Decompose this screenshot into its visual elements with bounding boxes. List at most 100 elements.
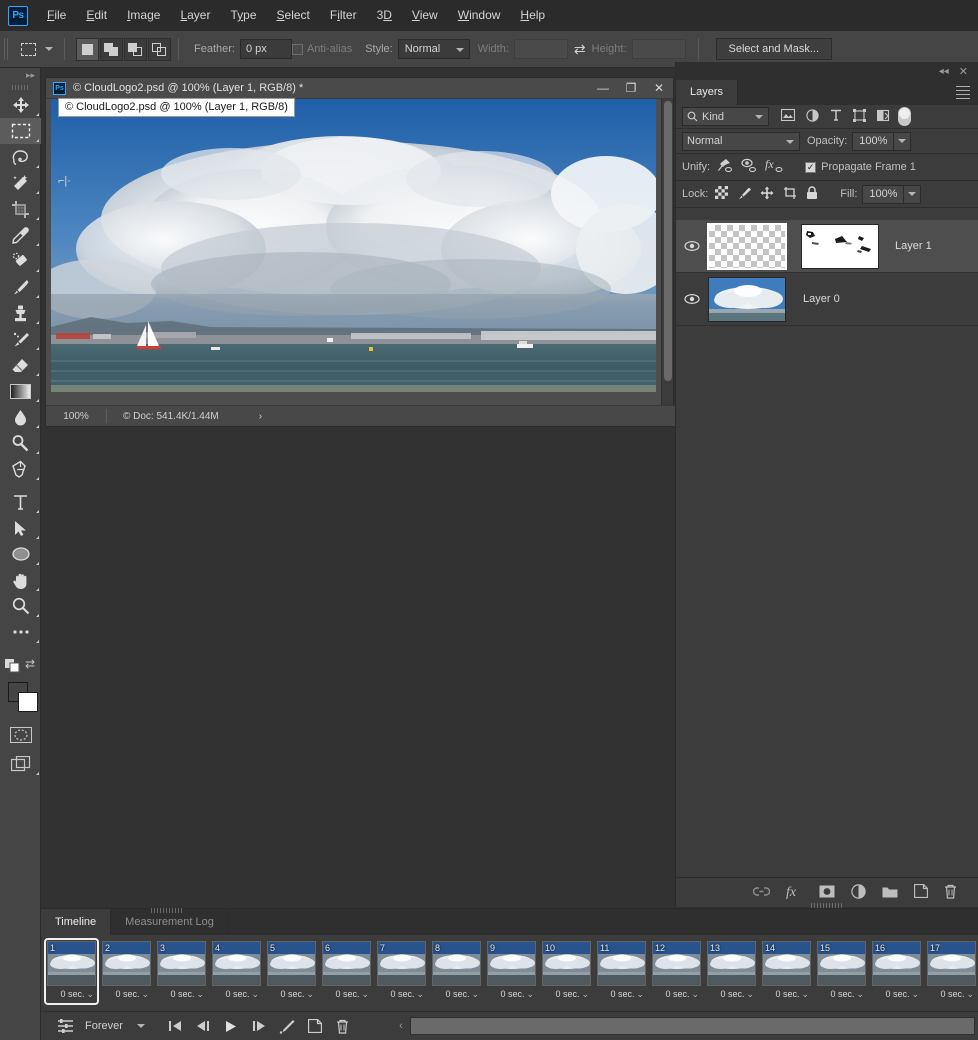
tween-frames-icon[interactable] [273,1014,301,1038]
layer-mask-thumbnail[interactable] [801,223,879,269]
gradient-tool[interactable] [0,378,41,404]
lock-image-icon[interactable] [737,186,752,203]
frame-thumbnail[interactable]: 7 [377,941,426,986]
menu-help[interactable]: Help [510,0,555,31]
unify-style-icon[interactable]: fx [765,157,783,176]
move-tool[interactable] [0,92,41,118]
animation-frame[interactable]: 8 0 sec. ⌄ [432,941,481,1002]
propagate-frame-checkbox[interactable]: ✓ [805,161,817,173]
minimize-icon[interactable]: — [589,78,617,99]
blend-mode-select[interactable]: Normal [682,131,800,151]
animation-frame[interactable]: 4 0 sec. ⌄ [212,941,261,1002]
frame-delay-select[interactable]: 0 sec. ⌄ [707,986,756,1002]
tool-preset-chevron-down-icon[interactable] [41,47,57,51]
scrollbar-track[interactable] [410,1017,975,1035]
layer-visibility-toggle[interactable] [676,293,708,305]
frame-thumbnail[interactable]: 8 [432,941,481,986]
opacity-input[interactable]: 100% [852,131,895,151]
frame-delay-select[interactable]: 0 sec. ⌄ [597,986,646,1002]
healing-brush-tool[interactable] [0,248,41,274]
menu-image[interactable]: Image [117,0,170,31]
fill-input[interactable]: 100% [862,184,905,204]
layer-thumbnail[interactable] [708,276,786,322]
frame-delay-select[interactable]: 0 sec. ⌄ [322,986,371,1002]
frame-thumbnail[interactable]: 15 [817,941,866,986]
frame-delay-select[interactable]: 0 sec. ⌄ [542,986,591,1002]
screen-mode-icon[interactable] [0,751,41,777]
frame-thumbnail[interactable]: 4 [212,941,261,986]
anti-alias-checkbox[interactable] [291,43,303,55]
new-group-icon[interactable] [882,885,898,901]
loop-options-select[interactable]: Forever [85,1020,145,1032]
animation-frame[interactable]: 12 0 sec. ⌄ [652,941,701,1002]
frame-thumbnail[interactable]: 6 [322,941,371,986]
frame-delay-select[interactable]: 0 sec. ⌄ [212,986,261,1002]
add-to-selection-button[interactable] [100,37,123,61]
style-select[interactable]: Normal [397,39,470,59]
add-layer-mask-icon[interactable] [819,885,835,901]
convert-to-video-timeline-icon[interactable] [51,1014,79,1038]
pixel-filter-icon[interactable] [780,108,796,124]
animation-frame[interactable]: 13 0 sec. ⌄ [707,941,756,1002]
hand-tool[interactable] [0,567,41,593]
frame-thumbnail[interactable]: 14 [762,941,811,986]
animation-frame[interactable]: 6 0 sec. ⌄ [322,941,371,1002]
menu-type[interactable]: Type [220,0,266,31]
timeline-resize-grip[interactable] [151,908,183,913]
pen-tool[interactable] [0,456,41,482]
animation-frame[interactable]: 1 0 sec. ⌄ [44,938,99,1005]
lock-artboard-icon[interactable] [783,186,797,203]
shape-filter-icon[interactable] [853,108,866,125]
unify-visibility-icon[interactable] [741,158,757,176]
toolbar-grip[interactable] [0,82,40,92]
collapse-panel-icon[interactable]: ◂◂ [939,66,949,77]
rectangular-marquee-tool[interactable] [0,118,41,144]
frame-delay-select[interactable]: 0 sec. ⌄ [267,986,316,1002]
duplicate-frame-icon[interactable] [301,1014,329,1038]
frame-thumbnail[interactable]: 10 [542,941,591,986]
frame-delay-select[interactable]: 0 sec. ⌄ [817,986,866,1002]
menu-select[interactable]: Select [267,0,320,31]
height-input[interactable] [631,39,686,59]
select-previous-frame-icon[interactable] [189,1014,217,1038]
blur-tool[interactable] [0,404,41,430]
frame-thumbnail[interactable]: 1 [47,941,96,986]
animation-frame[interactable]: 16 0 sec. ⌄ [872,941,921,1002]
delete-layer-icon[interactable] [944,884,957,902]
frame-thumbnail[interactable]: 13 [707,941,756,986]
frame-delay-select[interactable]: 0 sec. ⌄ [377,986,426,1002]
intersect-selection-button[interactable] [148,37,171,61]
filter-enable-toggle[interactable] [898,107,911,126]
frame-delay-select[interactable]: 0 sec. ⌄ [927,986,976,1002]
menu-filter[interactable]: Filter [320,0,367,31]
lock-all-icon[interactable] [806,185,818,203]
frame-thumbnail[interactable]: 11 [597,941,646,986]
rectangular-marquee-icon[interactable] [15,37,41,61]
layer-row-layer-1[interactable]: Layer 1 [676,220,978,273]
canvas-vertical-scrollbar[interactable] [661,99,673,405]
zoom-tool[interactable] [0,593,41,619]
frame-delay-select[interactable]: 0 sec. ⌄ [47,986,96,1002]
maximize-icon[interactable]: ❐ [617,78,645,99]
layer-style-fx-icon[interactable]: fx [786,884,803,902]
brush-tool[interactable] [0,274,41,300]
menu-layer[interactable]: Layer [170,0,220,31]
crop-tool[interactable] [0,196,41,222]
opacity-chevron-down-icon[interactable] [894,131,912,151]
unify-position-icon[interactable] [717,158,733,176]
scroll-left-icon[interactable]: ‹ [392,1020,410,1032]
lasso-tool[interactable] [0,144,41,170]
menu-edit[interactable]: Edit [76,0,117,31]
animation-frame[interactable]: 15 0 sec. ⌄ [817,941,866,1002]
lock-transparency-icon[interactable] [715,186,729,202]
frame-delay-select[interactable]: 0 sec. ⌄ [102,986,151,1002]
quick-mask-icon[interactable] [0,722,41,748]
swap-colors-icon[interactable]: ⇄ [25,657,35,671]
animation-frame[interactable]: 14 0 sec. ⌄ [762,941,811,1002]
default-colors-icon[interactable] [5,659,21,675]
animation-frame[interactable]: 11 0 sec. ⌄ [597,941,646,1002]
fill-chevron-down-icon[interactable] [904,184,922,204]
history-brush-tool[interactable] [0,326,41,352]
frame-thumbnail[interactable]: 5 [267,941,316,986]
animation-frame[interactable]: 3 0 sec. ⌄ [157,941,206,1002]
